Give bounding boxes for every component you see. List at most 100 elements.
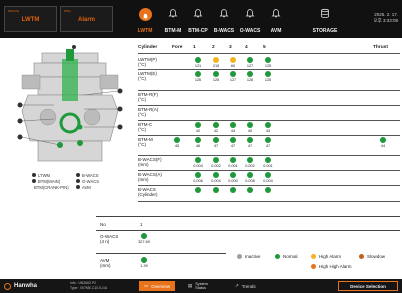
reading-value: 0.001 [228, 164, 238, 168]
status-dot[interactable] [247, 122, 253, 128]
legend-text: BTM(MAIN) [38, 178, 61, 184]
device-value: LWTM [21, 17, 40, 23]
device-selection-button[interactable]: Device Selection [338, 281, 398, 291]
device-indicator[interactable]: DEVICE LWTM [4, 6, 57, 32]
nav-label: AVM [270, 28, 282, 34]
status-dot[interactable] [247, 172, 253, 178]
alarm-indicator[interactable]: MSG Alarm [60, 6, 113, 32]
o-wacs-value: 327.69 [138, 240, 150, 244]
overview-button[interactable]: ▭ Overview [139, 281, 176, 291]
reading-value: 125 [264, 64, 272, 68]
status-dot[interactable] [195, 122, 201, 128]
row-label: B-WACS(A) (mm) [138, 172, 162, 182]
reading-value: 127 [246, 64, 254, 68]
top-bar: DEVICE LWTM MSG Alarm LWTM BTM-M BTM-CP … [0, 0, 402, 38]
legend-text: BTM(CRANK-PIN) [34, 184, 69, 190]
status-dot[interactable] [195, 157, 201, 163]
no-value: 1 [140, 222, 143, 227]
system-status-button[interactable]: ▤ System Status [188, 281, 208, 291]
status-swatch [311, 254, 316, 259]
bell-icon [245, 9, 255, 18]
status-dot[interactable] [265, 137, 271, 143]
brand-name: Hanwha [14, 283, 38, 289]
reading-value: 0.000 [228, 179, 238, 183]
status-dot[interactable] [213, 187, 219, 193]
status-dot[interactable] [195, 137, 201, 143]
status-dot[interactable] [213, 122, 219, 128]
status-dot[interactable] [247, 157, 253, 163]
time-text: 오후 3:33:08 [373, 18, 398, 23]
status-dot[interactable] [265, 57, 271, 63]
col-header-cylinder: Cylinder [138, 45, 158, 50]
col-header-1: 1 [193, 45, 196, 50]
legend-text: High High Alarm [319, 264, 352, 269]
status-dot[interactable] [230, 57, 236, 63]
legend-text: B-WACS [82, 172, 99, 178]
status-swatch [275, 254, 280, 259]
reading-value: 126 [194, 78, 202, 82]
legend-item-o-wacs: O-WACS [76, 179, 106, 184]
status-dot[interactable] [265, 157, 271, 163]
status-dot[interactable] [213, 57, 219, 63]
fore-status-dot[interactable] [174, 137, 180, 143]
avm-status-dot[interactable] [141, 257, 147, 263]
thrust-status-dot[interactable] [380, 137, 386, 143]
reading-value: 0.002 [245, 164, 255, 168]
status-dot[interactable] [247, 57, 253, 63]
alarm-value: Alarm [77, 17, 95, 23]
reading-value: 42 [213, 129, 219, 133]
device-caption: DEVICE [8, 9, 20, 13]
status-dot[interactable] [265, 71, 271, 77]
thrust-value: 44 [380, 144, 386, 148]
o-wacs-status-dot[interactable] [141, 233, 147, 239]
status-dot[interactable] [247, 137, 253, 143]
divider [96, 253, 226, 254]
legend-text: LTWM [38, 172, 51, 178]
reading-value: 44 [230, 129, 236, 133]
reading-value: 42 [195, 129, 201, 133]
bell-icon [219, 9, 229, 18]
status-dot[interactable] [230, 172, 236, 178]
legend-text: Inactive [245, 254, 261, 259]
legend-item-btm-main: BTM(MAIN) [32, 179, 62, 184]
reading-value: 121 [194, 64, 202, 68]
status-dot[interactable] [265, 187, 271, 193]
legend-slowdown: Slowdow [359, 254, 385, 259]
row-divider [138, 120, 400, 121]
header-divider [138, 53, 400, 54]
avm-label: AVM (mm) [100, 258, 111, 268]
trends-button[interactable]: ↗ Trends [235, 281, 256, 291]
brand: Hanwha [4, 281, 37, 291]
overview-icon: ▭ [144, 283, 149, 288]
status-dot[interactable] [195, 172, 201, 178]
status-dot[interactable] [213, 157, 219, 163]
trend-chart-icon: ↗ [235, 283, 239, 288]
status-dot[interactable] [265, 172, 271, 178]
status-dot[interactable] [213, 172, 219, 178]
status-swatch [359, 254, 364, 259]
marker-icon [32, 179, 36, 183]
status-dot[interactable] [247, 71, 253, 77]
status-dot[interactable] [230, 187, 236, 193]
row-divider [138, 69, 400, 70]
reading-value: 47 [213, 144, 219, 148]
status-dot[interactable] [247, 187, 253, 193]
nav-storage[interactable]: STORAGE [311, 5, 339, 36]
alarm-caption: MSG [64, 9, 71, 13]
status-dot[interactable] [213, 71, 219, 77]
row-label: BTM-C (°C) [138, 122, 153, 132]
reading-value: 0.008 [245, 179, 255, 183]
status-dot[interactable] [265, 122, 271, 128]
row-divider [138, 185, 400, 186]
nav-avm[interactable]: AVM [262, 5, 290, 36]
status-dot[interactable] [195, 57, 201, 63]
status-dot[interactable] [213, 137, 219, 143]
fore-value: 45 [174, 144, 180, 148]
status-dot[interactable] [230, 122, 236, 128]
status-dot[interactable] [195, 187, 201, 193]
status-dot[interactable] [195, 71, 201, 77]
row-label: LWTM(P) (°C) [138, 57, 157, 67]
status-dot[interactable] [230, 157, 236, 163]
status-dot[interactable] [230, 137, 236, 143]
status-dot[interactable] [230, 71, 236, 77]
